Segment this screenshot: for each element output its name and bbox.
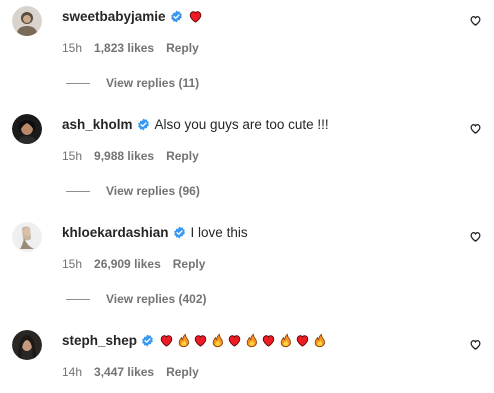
fire-icon xyxy=(244,332,259,348)
comment-header: ash_kholm Also you guys are too cute !!! xyxy=(62,114,329,134)
view-replies-label: View replies (96) xyxy=(106,184,200,198)
likes-count[interactable]: 9,988 likes xyxy=(94,149,154,163)
username[interactable]: steph_shep xyxy=(62,333,137,348)
red-heart-icon xyxy=(227,333,242,348)
comment-item: sweetbabyjamie 15h 1,823 likes Reply Vie… xyxy=(0,0,494,100)
divider-line xyxy=(66,82,90,84)
red-heart-icon xyxy=(159,333,174,348)
timestamp: 15h xyxy=(62,41,83,55)
avatar[interactable] xyxy=(12,330,42,360)
view-replies-button[interactable]: View replies (402) xyxy=(66,292,207,306)
like-heart-icon[interactable] xyxy=(469,122,482,135)
username[interactable]: khloekardashian xyxy=(62,225,169,240)
reply-button[interactable]: Reply xyxy=(166,365,199,379)
like-heart-icon[interactable] xyxy=(469,230,482,243)
verified-badge-icon xyxy=(137,118,150,131)
fire-icon xyxy=(210,332,225,348)
reply-button[interactable]: Reply xyxy=(166,41,199,55)
comment-item: khloekardashian I love this 15h 26,909 l… xyxy=(0,216,494,316)
divider-line xyxy=(66,190,90,192)
likes-count[interactable]: 1,823 likes xyxy=(94,41,154,55)
comment-header: steph_shep xyxy=(62,330,327,350)
fire-icon xyxy=(176,332,191,348)
emoji-row xyxy=(159,332,327,348)
fire-icon xyxy=(312,332,327,348)
comment-text: Also you guys are too cute !!! xyxy=(154,116,329,132)
emoji-row xyxy=(188,9,203,24)
comment-meta: 14h 3,447 likes Reply xyxy=(62,365,211,379)
view-replies-label: View replies (402) xyxy=(106,292,207,306)
verified-badge-icon xyxy=(173,226,186,239)
verified-badge-icon xyxy=(141,334,154,347)
comment-header: sweetbabyjamie xyxy=(62,6,203,26)
comment-meta: 15h 9,988 likes Reply xyxy=(62,149,211,163)
timestamp: 14h xyxy=(62,365,83,379)
comment-meta: 15h 26,909 likes Reply xyxy=(62,257,217,271)
reply-button[interactable]: Reply xyxy=(173,257,206,271)
view-replies-button[interactable]: View replies (11) xyxy=(66,76,199,90)
likes-count[interactable]: 26,909 likes xyxy=(94,257,161,271)
divider-line xyxy=(66,298,90,300)
red-heart-icon xyxy=(261,333,276,348)
timestamp: 15h xyxy=(62,149,83,163)
verified-badge-icon xyxy=(170,10,183,23)
avatar[interactable] xyxy=(12,114,42,144)
timestamp: 15h xyxy=(62,257,83,271)
view-replies-label: View replies (11) xyxy=(106,76,200,90)
comment-header: khloekardashian I love this xyxy=(62,222,248,242)
red-heart-icon xyxy=(188,9,203,24)
red-heart-icon xyxy=(193,333,208,348)
like-heart-icon[interactable] xyxy=(469,14,482,27)
like-heart-icon[interactable] xyxy=(469,338,482,351)
comment-text: I love this xyxy=(190,224,248,240)
username[interactable]: sweetbabyjamie xyxy=(62,9,166,24)
reply-button[interactable]: Reply xyxy=(166,149,199,163)
red-heart-icon xyxy=(295,333,310,348)
avatar[interactable] xyxy=(12,6,42,36)
comment-item: ash_kholm Also you guys are too cute !!!… xyxy=(0,108,494,208)
likes-count[interactable]: 3,447 likes xyxy=(94,365,154,379)
view-replies-button[interactable]: View replies (96) xyxy=(66,184,200,198)
username[interactable]: ash_kholm xyxy=(62,117,133,132)
comment-meta: 15h 1,823 likes Reply xyxy=(62,41,211,55)
avatar[interactable] xyxy=(12,222,42,252)
comment-item: steph_shep 14h 3,447 likes Reply xyxy=(0,324,494,393)
fire-icon xyxy=(278,332,293,348)
